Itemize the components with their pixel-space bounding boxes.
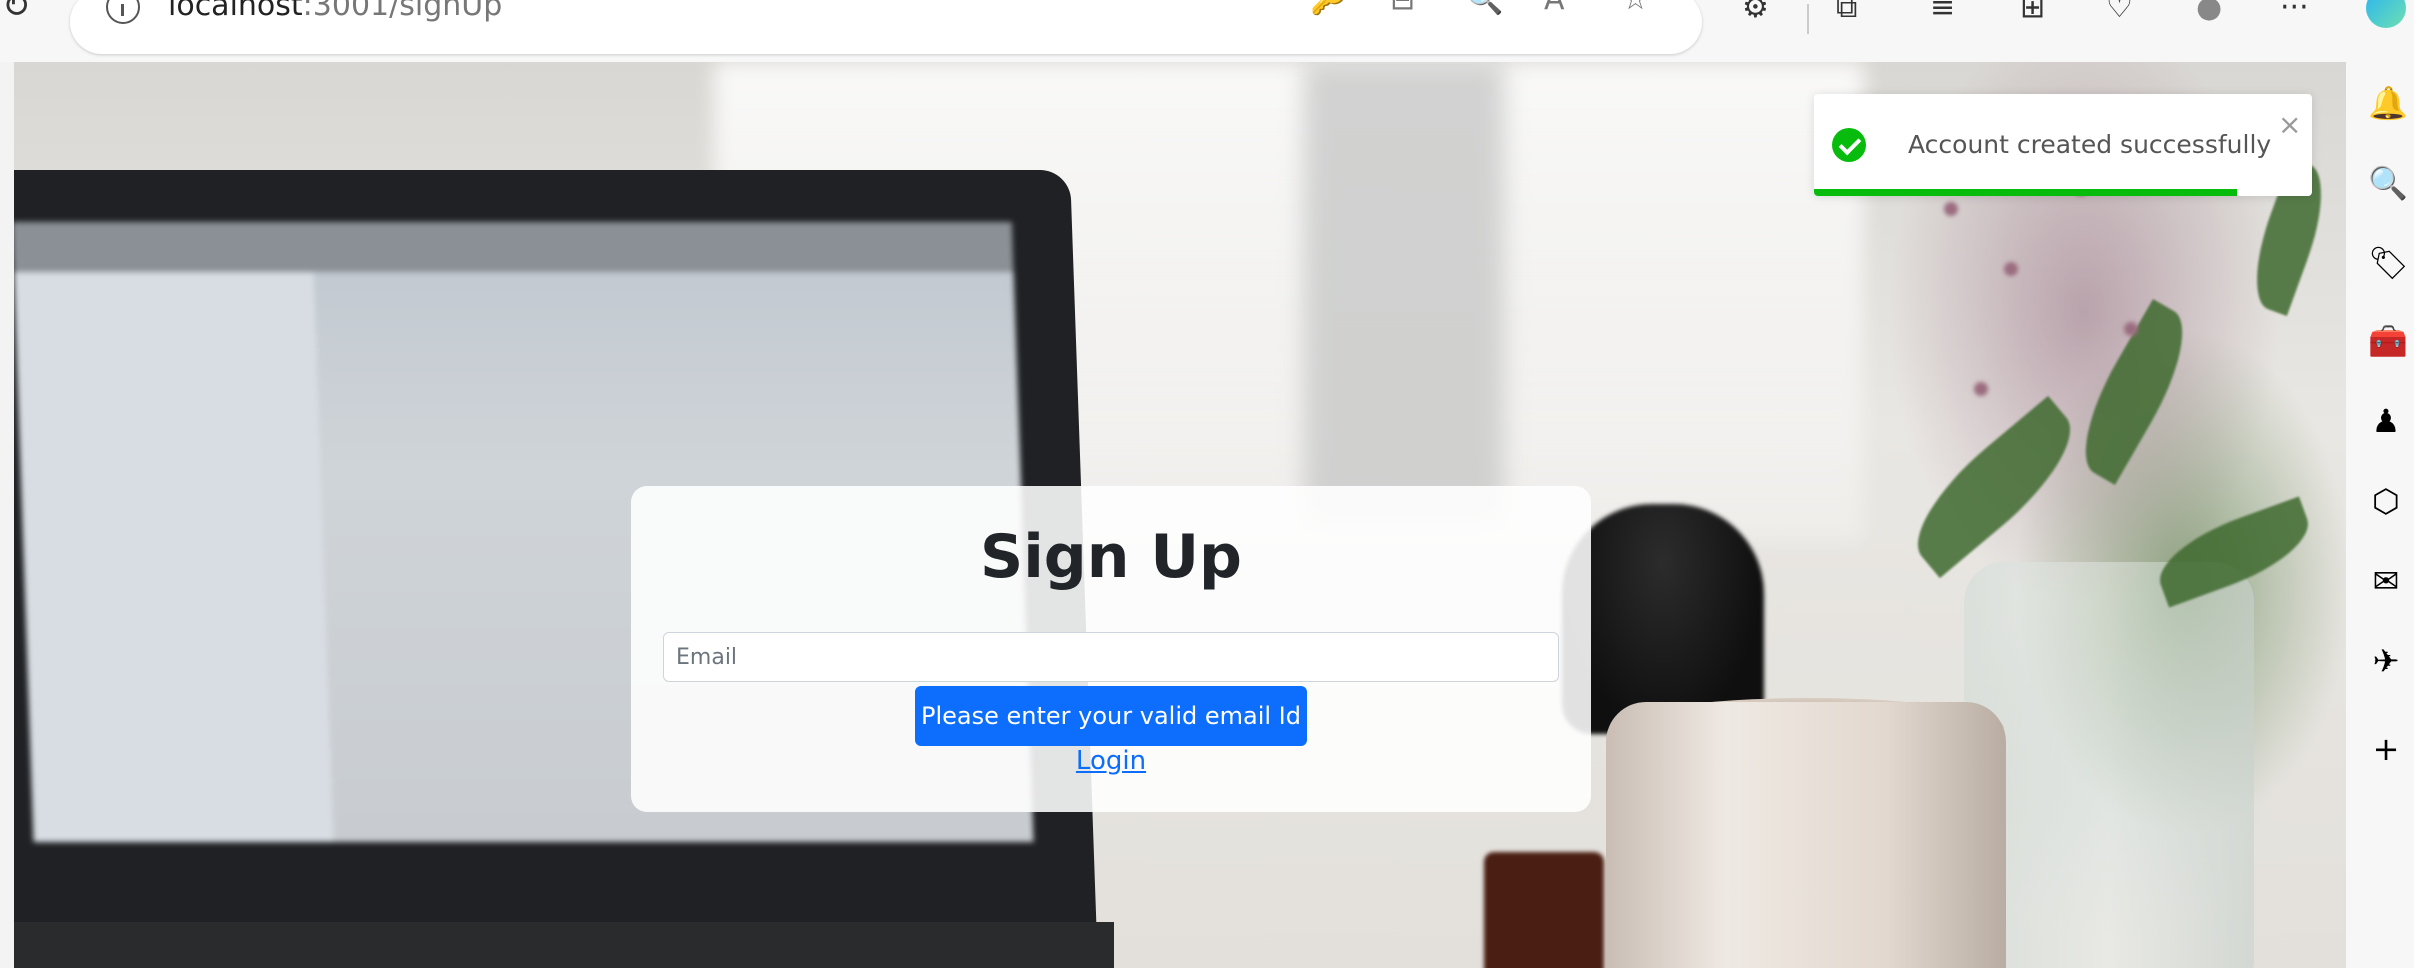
- collections-icon[interactable]: ⊞: [2020, 0, 2045, 25]
- add-icon[interactable]: +: [2368, 730, 2404, 768]
- signup-card: Sign Up Please enter your valid email Id…: [631, 486, 1591, 812]
- reload-icon[interactable]: ↻: [2, 0, 31, 26]
- email-input[interactable]: [663, 632, 1559, 682]
- url-path: :3001/signUp: [302, 0, 503, 23]
- background-pillar: [1304, 62, 1504, 522]
- tag-icon[interactable]: 🏷: [2368, 244, 2409, 282]
- background-keyboard: [14, 922, 1114, 968]
- office-icon[interactable]: ⬡: [2368, 482, 2404, 520]
- background-cup: [1606, 702, 2006, 968]
- success-toast[interactable]: Account created successfully ×: [1814, 94, 2312, 196]
- address-bar[interactable]: localhost:3001/signUp 🔑 ⊟ 🔍 A ☆: [70, 0, 1702, 54]
- search-icon[interactable]: 🔍: [2368, 164, 2408, 202]
- toolbar-divider: [1807, 4, 1809, 34]
- close-icon[interactable]: ×: [2278, 108, 2301, 141]
- background-vase: [1964, 562, 2254, 968]
- split-screen-icon[interactable]: ⧉: [1836, 0, 1857, 25]
- submit-button[interactable]: Please enter your valid email Id: [915, 686, 1307, 746]
- check-circle-icon: [1832, 128, 1866, 162]
- page-title: Sign Up: [979, 522, 1242, 592]
- bell-icon[interactable]: 🔔: [2368, 84, 2408, 122]
- profile-avatar-icon[interactable]: ●: [2196, 0, 2222, 25]
- read-aloud-icon[interactable]: A: [1544, 0, 1565, 17]
- favorites-icon[interactable]: ≡: [1930, 0, 1955, 25]
- toast-progress-bar: [1814, 189, 2238, 196]
- send-icon[interactable]: ✈: [2368, 642, 2404, 680]
- games-icon[interactable]: ♟: [2368, 402, 2404, 440]
- more-options-icon[interactable]: ···: [2280, 0, 2309, 25]
- key-icon[interactable]: 🔑: [1310, 0, 1347, 17]
- outlook-icon[interactable]: ✉: [2368, 562, 2404, 600]
- toast-message: Account created successfully: [1908, 130, 2272, 159]
- extensions-icon[interactable]: ⚙: [1742, 0, 1769, 25]
- login-link[interactable]: Login: [631, 746, 1591, 776]
- zoom-icon[interactable]: 🔍: [1466, 0, 1503, 17]
- url-host: localhost: [168, 0, 303, 23]
- page-viewport: Sign Up Please enter your valid email Id…: [14, 62, 2346, 968]
- performance-icon[interactable]: ♡: [2106, 0, 2133, 25]
- site-info-icon[interactable]: [106, 0, 140, 24]
- browser-toolbar: ↻ localhost:3001/signUp 🔑 ⊟ 🔍 A ☆ ⚙ ⧉ ≡ …: [0, 0, 2414, 62]
- favorite-star-icon[interactable]: ☆: [1622, 0, 1649, 17]
- split-icon[interactable]: ⊟: [1390, 0, 1415, 17]
- url-text[interactable]: localhost:3001/signUp: [168, 0, 502, 23]
- copilot-icon[interactable]: [2366, 0, 2406, 28]
- toolbox-icon[interactable]: 🧰: [2368, 322, 2408, 360]
- background-glass: [1484, 852, 1604, 968]
